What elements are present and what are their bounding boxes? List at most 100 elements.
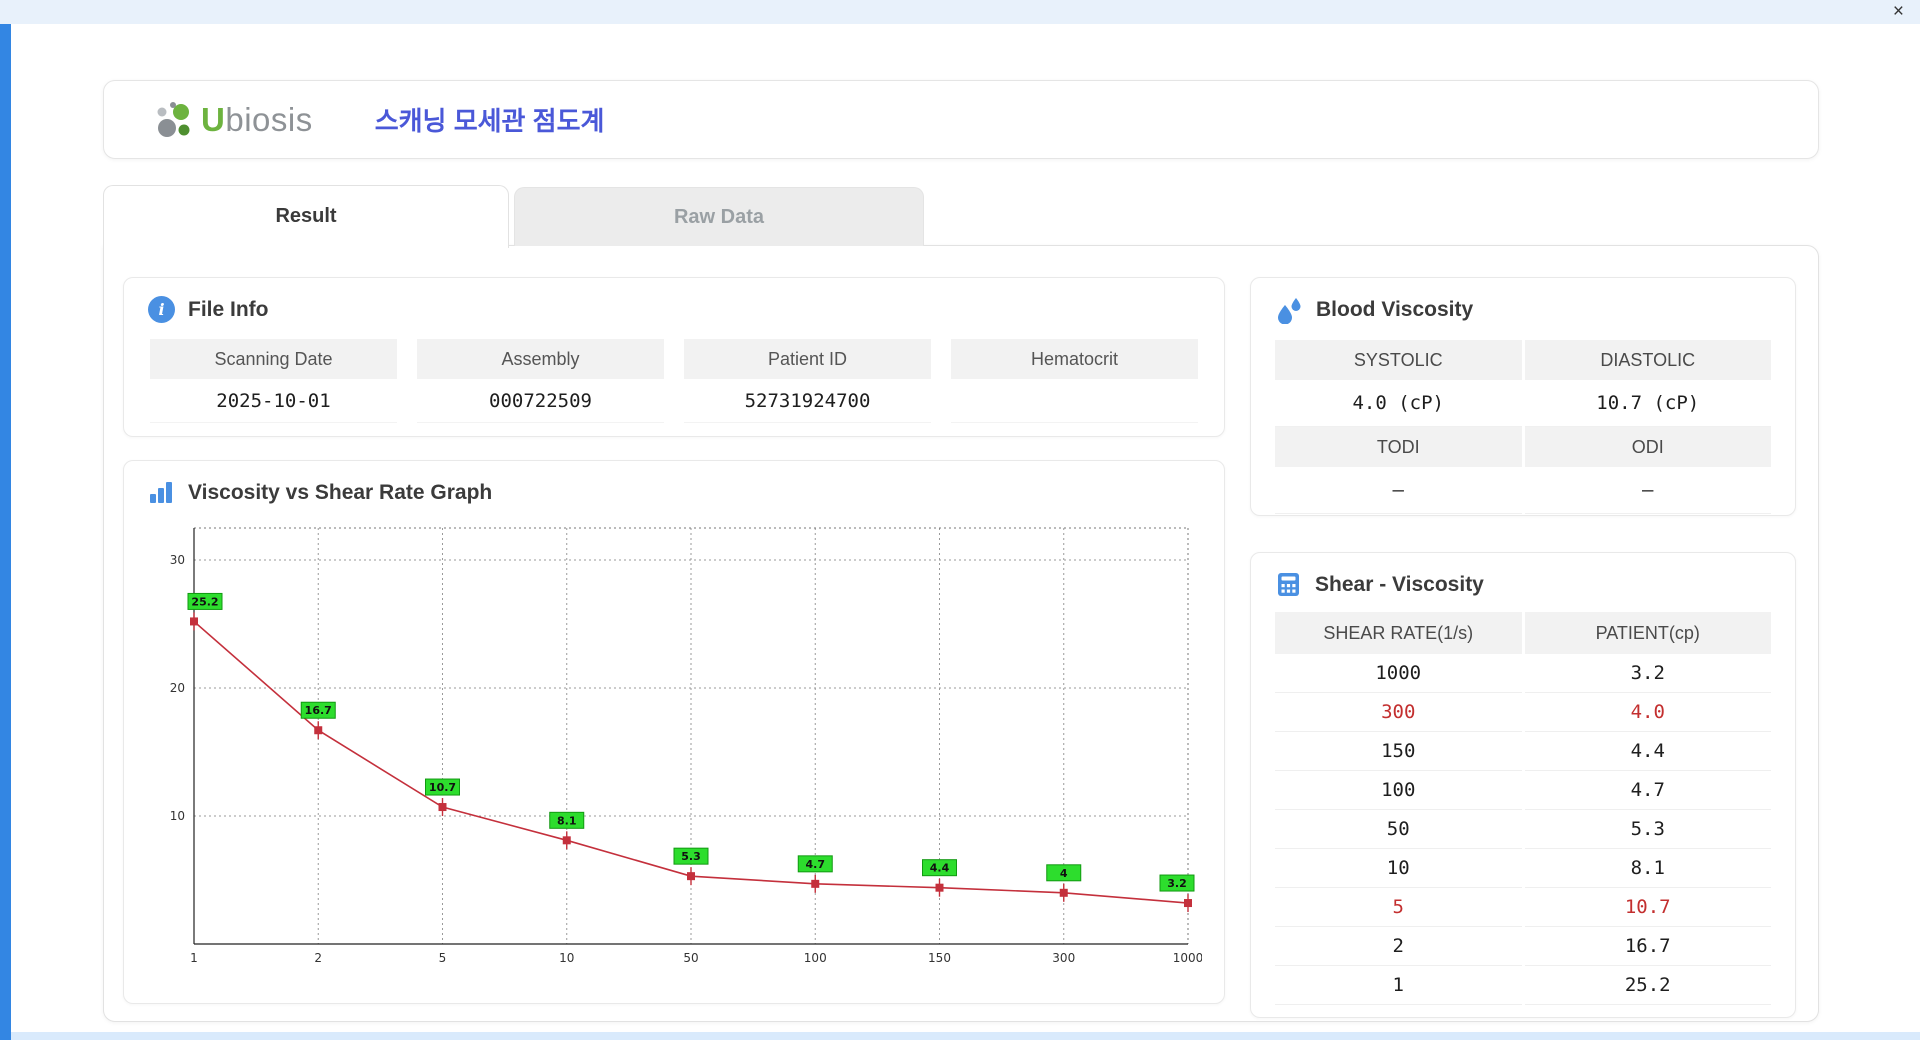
shear-rate-cell: 100: [1275, 771, 1522, 810]
odi-value: –: [1524, 467, 1771, 514]
logo-text: Ubiosis: [201, 100, 313, 138]
blood-viscosity-title-row: Blood Viscosity: [1251, 278, 1795, 324]
diastolic-value: 10.7 (cP): [1524, 380, 1771, 427]
svg-text:4.4: 4.4: [930, 862, 950, 875]
tab-raw-data-label: Raw Data: [673, 205, 765, 228]
page-title: 스캐닝 모세관 점도계: [374, 106, 605, 136]
patient-cell: 5.3: [1524, 810, 1771, 849]
field-label: Hematocrit: [951, 339, 1198, 379]
field-value: 000722509: [417, 379, 664, 423]
shear-rate-column-header: SHEAR RATE(1/s): [1275, 612, 1522, 654]
shear-viscosity-card: Shear - Viscosity SHEAR RATE(1/s) PATIEN…: [1250, 552, 1796, 1018]
logo-dots-icon: [157, 101, 190, 137]
calculator-icon: [1278, 573, 1299, 596]
patient-column-header: PATIENT(cp): [1524, 612, 1771, 654]
file-info-field-patient-id: Patient ID 52731924700: [684, 339, 931, 423]
shear-viscosity-title-row: Shear - Viscosity: [1251, 553, 1795, 598]
svg-text:20: 20: [170, 681, 185, 695]
patient-cell: 4.4: [1524, 732, 1771, 771]
svg-text:8.1: 8.1: [557, 814, 577, 827]
result-panel: i File Info Scanning Date 2025-10-01 Assem…: [103, 245, 1819, 1022]
graph-card: Viscosity vs Shear Rate Graph 10 20 30 1 2 5 1…: [123, 460, 1225, 1004]
file-info-field-hematocrit: Hematocrit: [951, 339, 1198, 423]
field-label: Assembly: [417, 339, 664, 379]
shear-table-header-row: SHEAR RATE(1/s) PATIENT(cp): [1275, 612, 1771, 654]
tab-result[interactable]: Result: [103, 185, 509, 248]
patient-cell: 16.7: [1524, 927, 1771, 966]
info-icon: i: [148, 296, 175, 323]
window-close-button[interactable]: ×: [1893, 1, 1904, 23]
shear-table-row: 150 4.4: [1275, 732, 1771, 771]
window-bottom-edge: [11, 1032, 1920, 1040]
svg-text:25.2: 25.2: [191, 595, 218, 608]
svg-text:5: 5: [439, 951, 447, 965]
window-left-edge: [0, 24, 11, 1040]
svg-text:16.7: 16.7: [305, 704, 332, 717]
todi-value: –: [1275, 467, 1522, 514]
ubiosis-logo: Ubiosis: [154, 99, 313, 141]
shear-rate-cell: 300: [1275, 693, 1522, 732]
shear-rate-cell: 1000: [1275, 654, 1522, 693]
shear-rate-cell: 10: [1275, 849, 1522, 888]
tab-bar: Result Raw Data: [103, 183, 924, 248]
shear-table-row: 5 10.7: [1275, 888, 1771, 927]
svg-text:100: 100: [804, 951, 827, 965]
bar-chart-icon: [150, 482, 172, 503]
svg-text:10.7: 10.7: [429, 781, 456, 794]
shear-rate-cell: 1: [1275, 966, 1522, 1005]
droplet-icon: [1278, 298, 1301, 324]
svg-text:10: 10: [559, 951, 574, 965]
file-info-field-scanning-date: Scanning Date 2025-10-01: [150, 339, 397, 423]
header-card: Ubiosis 스캐닝 모세관 점도계: [103, 80, 1819, 159]
field-value: [951, 379, 1198, 423]
file-info-title: File Info: [188, 297, 269, 321]
graph-title: Viscosity vs Shear Rate Graph: [188, 480, 493, 504]
field-value: 52731924700: [684, 379, 931, 423]
svg-text:4: 4: [1060, 867, 1068, 880]
shear-table-row: 300 4.0: [1275, 693, 1771, 732]
shear-table-row: 50 5.3: [1275, 810, 1771, 849]
patient-cell: 8.1: [1524, 849, 1771, 888]
systolic-value: 4.0 (cP): [1275, 380, 1522, 427]
file-info-card: i File Info Scanning Date 2025-10-01 Assem…: [123, 277, 1225, 437]
patient-cell: 4.7: [1524, 771, 1771, 810]
svg-text:3.2: 3.2: [1167, 877, 1187, 890]
blood-viscosity-table: SYSTOLIC DIASTOLIC 4.0 (cP) 10.7 (cP) TO…: [1275, 340, 1771, 514]
patient-cell: 4.0: [1524, 693, 1771, 732]
shear-viscosity-table: SHEAR RATE(1/s) PATIENT(cp) 1000 3.2 300 4.…: [1275, 612, 1771, 1005]
blood-viscosity-card: Blood Viscosity SYSTOLIC DIASTOLIC 4.0 (…: [1250, 277, 1796, 516]
window-titlebar: [0, 0, 1920, 24]
svg-text:50: 50: [683, 951, 698, 965]
shear-table-row: 1000 3.2: [1275, 654, 1771, 693]
todi-header: TODI: [1275, 427, 1522, 467]
tab-raw-data[interactable]: Raw Data: [514, 187, 924, 246]
shear-table-row: 10 8.1: [1275, 849, 1771, 888]
tab-result-label: Result: [275, 204, 337, 227]
svg-text:1: 1: [190, 951, 198, 965]
svg-text:30: 30: [170, 553, 185, 567]
svg-text:2: 2: [314, 951, 322, 965]
svg-text:150: 150: [928, 951, 951, 965]
viscosity-chart: 10 20 30 1 2 5 10 50 100 150 300 1000 25.2 16.7 10.7 8.…: [170, 527, 1202, 965]
field-value: 2025-10-01: [150, 379, 397, 423]
graph-title-row: Viscosity vs Shear Rate Graph: [124, 461, 1224, 506]
svg-text:1000: 1000: [1173, 951, 1202, 965]
file-info-title-row: i File Info: [124, 278, 1224, 323]
patient-cell: 3.2: [1524, 654, 1771, 693]
field-label: Scanning Date: [150, 339, 397, 379]
svg-text:300: 300: [1052, 951, 1075, 965]
field-label: Patient ID: [684, 339, 931, 379]
shear-rate-cell: 50: [1275, 810, 1522, 849]
shear-rate-cell: 150: [1275, 732, 1522, 771]
patient-cell: 25.2: [1524, 966, 1771, 1005]
svg-text:10: 10: [170, 809, 185, 823]
odi-header: ODI: [1524, 427, 1771, 467]
shear-table-row: 100 4.7: [1275, 771, 1771, 810]
svg-text:4.7: 4.7: [806, 858, 826, 871]
patient-cell: 10.7: [1524, 888, 1771, 927]
file-info-field-assembly: Assembly 000722509: [417, 339, 664, 423]
diastolic-header: DIASTOLIC: [1524, 340, 1771, 380]
systolic-header: SYSTOLIC: [1275, 340, 1522, 380]
shear-rate-cell: 2: [1275, 927, 1522, 966]
blood-viscosity-title: Blood Viscosity: [1316, 298, 1474, 321]
